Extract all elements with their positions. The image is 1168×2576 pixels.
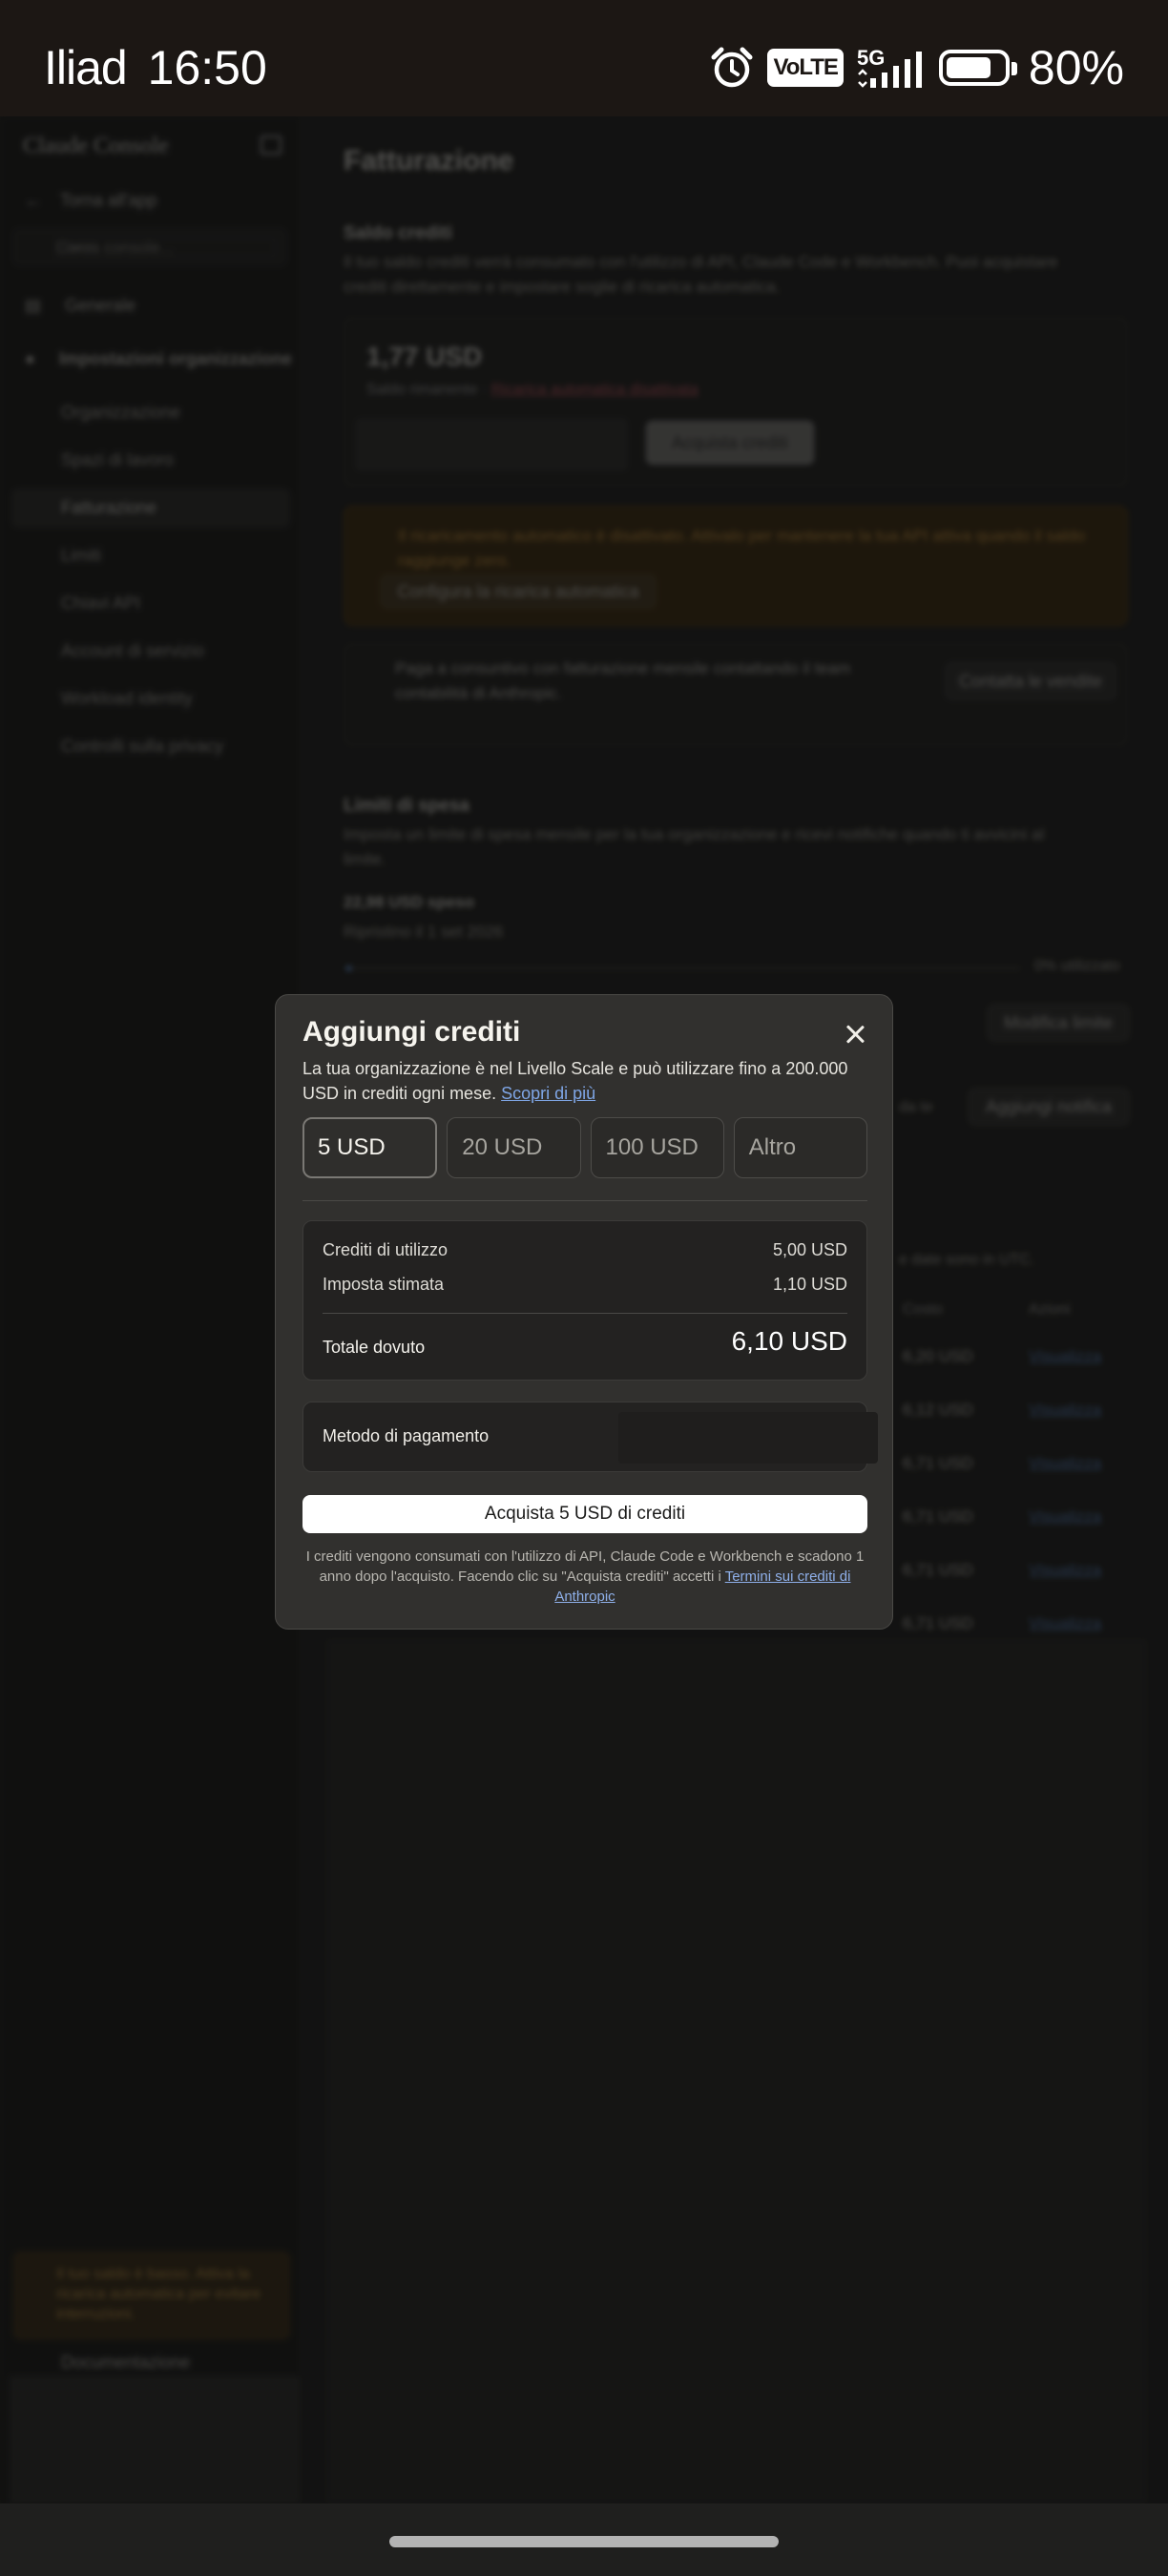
battery-level [946, 57, 991, 78]
volte-badge: VoLTE [767, 49, 844, 87]
tax-row: Imposta stimata 1,10 USD [323, 1275, 847, 1295]
total-value: 6,10 USD [731, 1326, 847, 1356]
amount-option-20[interactable]: 20 USD [447, 1117, 581, 1178]
total-label: Totale dovuto [323, 1338, 426, 1357]
usage-credits-row: Crediti di utilizzo 5,00 USD [323, 1240, 847, 1260]
payment-method-label: Metodo di pagamento [323, 1426, 490, 1445]
dialog-description: La tua organizzazione è nel Livello Scal… [302, 1056, 856, 1106]
usage-credits-value: 5,00 USD [772, 1240, 847, 1259]
purchase-button[interactable]: Acquista 5 USD di crediti [302, 1495, 867, 1533]
tax-value: 1,10 USD [772, 1275, 847, 1294]
alarm-icon [711, 47, 753, 88]
amount-options: 5 USD 20 USD 100 USD Altro [302, 1117, 867, 1178]
order-summary: Crediti di utilizzo 5,00 USD Imposta sti… [302, 1220, 867, 1381]
clock: 16:50 [147, 41, 267, 94]
amount-option-5[interactable]: 5 USD [302, 1117, 438, 1178]
status-right: VoLTE 5G 80% [710, 40, 1124, 95]
payment-method-field[interactable] [618, 1412, 878, 1464]
summary-divider [323, 1313, 847, 1314]
signal-5g-icon: 5G [857, 46, 922, 88]
navigation-bar [0, 2503, 1168, 2576]
tax-label: Imposta stimata [323, 1275, 445, 1294]
learn-more-link[interactable]: Scopri di più [501, 1084, 595, 1103]
status-left: Iliad 16:50 [44, 40, 267, 95]
terms-footnote: I crediti vengono consumati con l'utiliz… [302, 1547, 867, 1607]
dialog-title: Aggiungi crediti [302, 1016, 521, 1048]
amount-option-other[interactable]: Altro [733, 1117, 867, 1178]
payment-method[interactable]: Metodo di pagamento [302, 1402, 878, 1472]
carrier-name: Iliad [44, 41, 128, 94]
usage-credits-label: Crediti di utilizzo [323, 1240, 448, 1259]
add-credits-dialog: Aggiungi crediti La tua organizzazione è… [275, 994, 893, 1630]
svg-text:5G: 5G [857, 46, 885, 70]
amount-option-100[interactable]: 100 USD [590, 1117, 724, 1178]
battery-percent: 80% [1028, 41, 1124, 94]
close-icon[interactable] [843, 1022, 867, 1047]
home-gesture-handle[interactable] [389, 2536, 779, 2547]
status-bar: Iliad 16:50 VoLTE 5G 80% [0, 0, 1168, 116]
divider [302, 1200, 867, 1201]
screen: Iliad 16:50 VoLTE 5G 80% Claude Console … [0, 0, 1168, 2576]
battery-icon [938, 50, 1017, 86]
battery-cap [1011, 62, 1017, 75]
